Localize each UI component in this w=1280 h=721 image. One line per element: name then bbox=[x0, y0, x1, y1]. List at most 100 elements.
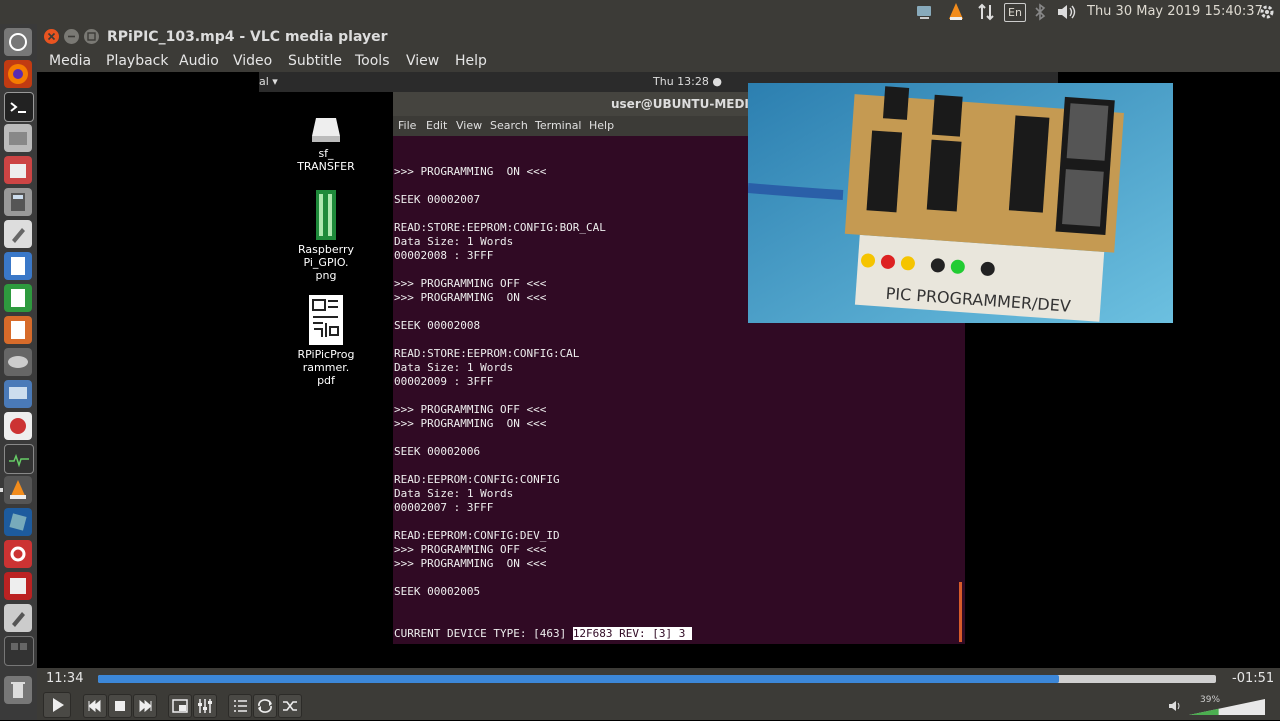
loop-icon bbox=[258, 699, 272, 713]
virtualbox-icon[interactable] bbox=[4, 508, 32, 536]
seek-row: 11:34 -01:51 bbox=[37, 668, 1280, 690]
app-red-icon[interactable] bbox=[4, 572, 32, 600]
terminal-line: >>> PROGRAMMING OFF <<< bbox=[394, 543, 547, 556]
play-button[interactable] bbox=[43, 692, 71, 718]
impress-icon[interactable] bbox=[4, 316, 32, 344]
desktop-icon-label: png bbox=[315, 269, 337, 282]
menu-media[interactable]: Media bbox=[49, 50, 91, 72]
play-icon bbox=[53, 698, 64, 712]
vlc-launcher-icon[interactable] bbox=[0, 476, 32, 504]
fullscreen-button[interactable] bbox=[168, 694, 192, 718]
terminal-line: Data Size: 1 Words bbox=[394, 361, 514, 374]
terminal-line: >>> PROGRAMMING ON <<< bbox=[394, 417, 547, 430]
desktop-icon-label: pdf bbox=[317, 374, 335, 387]
recorded-desktop: sf_ TRANSFER Raspberry Pi_GPIO. png RPiP… bbox=[259, 92, 393, 668]
clock[interactable]: Thu 30 May 2019 15:40:37 bbox=[1087, 0, 1263, 24]
desktop-icon-label: Raspberry bbox=[298, 243, 354, 256]
previous-button[interactable] bbox=[83, 694, 107, 718]
stop-icon bbox=[115, 701, 125, 711]
volume-label: 39% bbox=[1200, 695, 1221, 705]
screenshot-tool-icon[interactable] bbox=[4, 412, 32, 440]
stop-button[interactable] bbox=[108, 694, 132, 718]
terminal-menu-terminal: Terminal bbox=[535, 119, 582, 132]
terminal-icon[interactable] bbox=[4, 92, 34, 122]
top-panel: En Thu 30 May 2019 15:40:37 bbox=[0, 0, 1280, 24]
desktop-icon-label: Pi_GPIO. bbox=[303, 256, 349, 269]
terminal-line: >>> PROGRAMMING OFF <<< bbox=[394, 403, 547, 416]
workspaces-icon[interactable] bbox=[4, 636, 34, 666]
terminal-line: SEEK 00002005 bbox=[394, 585, 481, 598]
menu-help[interactable]: Help bbox=[455, 50, 487, 72]
writer-icon[interactable] bbox=[4, 252, 32, 280]
desktop-icon-label: rammer. bbox=[302, 361, 350, 374]
menu-playback[interactable]: Playback bbox=[106, 50, 168, 72]
terminal-menu-file: File bbox=[398, 119, 417, 132]
vlc-tray-icon[interactable] bbox=[945, 0, 967, 24]
loop-button[interactable] bbox=[253, 694, 277, 718]
menu-subtitle[interactable]: Subtitle bbox=[288, 50, 342, 72]
maximize-icon[interactable] bbox=[84, 29, 99, 44]
files-icon[interactable] bbox=[4, 124, 32, 152]
terminal-menu-search: Search bbox=[490, 119, 528, 132]
seek-bar[interactable] bbox=[98, 675, 1216, 683]
shuffle-button[interactable] bbox=[278, 694, 302, 718]
controls-row: 39% bbox=[37, 690, 1280, 720]
launcher bbox=[0, 24, 37, 720]
bluetooth-icon[interactable] bbox=[1032, 0, 1048, 24]
disk-icon[interactable] bbox=[4, 348, 32, 376]
system-monitor-icon[interactable] bbox=[4, 444, 34, 474]
terminal-line: SEEK 00002006 bbox=[394, 445, 481, 458]
terminal-menu-edit: Edit bbox=[426, 119, 448, 132]
video-area[interactable]: al ▾ Thu 13:28 ● sf_ TRANSFER Raspberry … bbox=[37, 72, 1280, 668]
terminal-line: >>> PROGRAMMING ON <<< bbox=[394, 557, 547, 570]
elapsed-time[interactable]: 11:34 bbox=[46, 671, 83, 686]
mute-speaker-icon[interactable] bbox=[1167, 698, 1183, 714]
programmer-board-photo: PIC PROGRAMMER/DEV bbox=[748, 83, 1173, 323]
trash-icon[interactable] bbox=[4, 676, 32, 704]
window-title: RPiPIC_103.mp4 - VLC media player bbox=[107, 29, 388, 45]
desktop-icon-transfer: sf_ TRANSFER bbox=[259, 114, 393, 173]
notes-icon[interactable] bbox=[4, 604, 32, 632]
menu-video[interactable]: Video bbox=[233, 50, 272, 72]
firefox-icon[interactable] bbox=[4, 60, 32, 88]
equalizer-icon bbox=[198, 699, 212, 713]
minimize-icon[interactable] bbox=[64, 29, 79, 44]
calc-spreadsheet-icon[interactable] bbox=[4, 284, 32, 312]
settings-tool-icon[interactable] bbox=[4, 540, 32, 568]
extended-settings-button[interactable] bbox=[193, 694, 217, 718]
device-type-prefix: CURRENT DEVICE TYPE: [463] bbox=[394, 627, 573, 640]
software-center-icon[interactable] bbox=[4, 156, 32, 184]
system-gear-icon[interactable] bbox=[1256, 0, 1278, 24]
menu-tools[interactable]: Tools bbox=[355, 50, 390, 72]
network-arrows-icon[interactable] bbox=[975, 0, 997, 24]
volume-slider[interactable]: 39% bbox=[1187, 695, 1267, 717]
keyboard-layout-indicator[interactable]: En bbox=[1004, 3, 1026, 22]
skip-previous-icon bbox=[88, 699, 101, 713]
next-button[interactable] bbox=[133, 694, 157, 718]
terminal-line: 00002007 : 3FFF bbox=[394, 501, 494, 514]
playlist-button[interactable] bbox=[228, 694, 252, 718]
remote-desktop-icon[interactable] bbox=[4, 380, 32, 408]
drive-icon bbox=[312, 118, 340, 142]
dash-home-icon[interactable] bbox=[4, 28, 32, 56]
remaining-time[interactable]: -01:51 bbox=[1232, 671, 1274, 686]
terminal-line: READ:EEPROM:CONFIG:CONFIG bbox=[394, 473, 560, 486]
text-editor-icon[interactable] bbox=[4, 220, 32, 248]
terminal-line: Data Size: 1 Words bbox=[394, 487, 514, 500]
network-transfer-icon[interactable] bbox=[914, 0, 936, 24]
desktop-icon-label: sf_ bbox=[318, 147, 334, 160]
calculator-icon[interactable] bbox=[4, 188, 32, 216]
menu-bar: Media Playback Audio Video Subtitle Tool… bbox=[37, 50, 1280, 72]
window-titlebar[interactable]: RPiPIC_103.mp4 - VLC media player bbox=[37, 24, 1280, 50]
menu-audio[interactable]: Audio bbox=[179, 50, 219, 72]
skip-next-icon bbox=[139, 699, 152, 713]
menu-view[interactable]: View bbox=[406, 50, 439, 72]
device-type-selection: 12F683 REV: [3] 3 bbox=[572, 627, 693, 640]
close-icon[interactable] bbox=[44, 29, 59, 44]
desktop-icon-label: TRANSFER bbox=[297, 160, 355, 173]
volume-icon[interactable] bbox=[1055, 0, 1077, 24]
